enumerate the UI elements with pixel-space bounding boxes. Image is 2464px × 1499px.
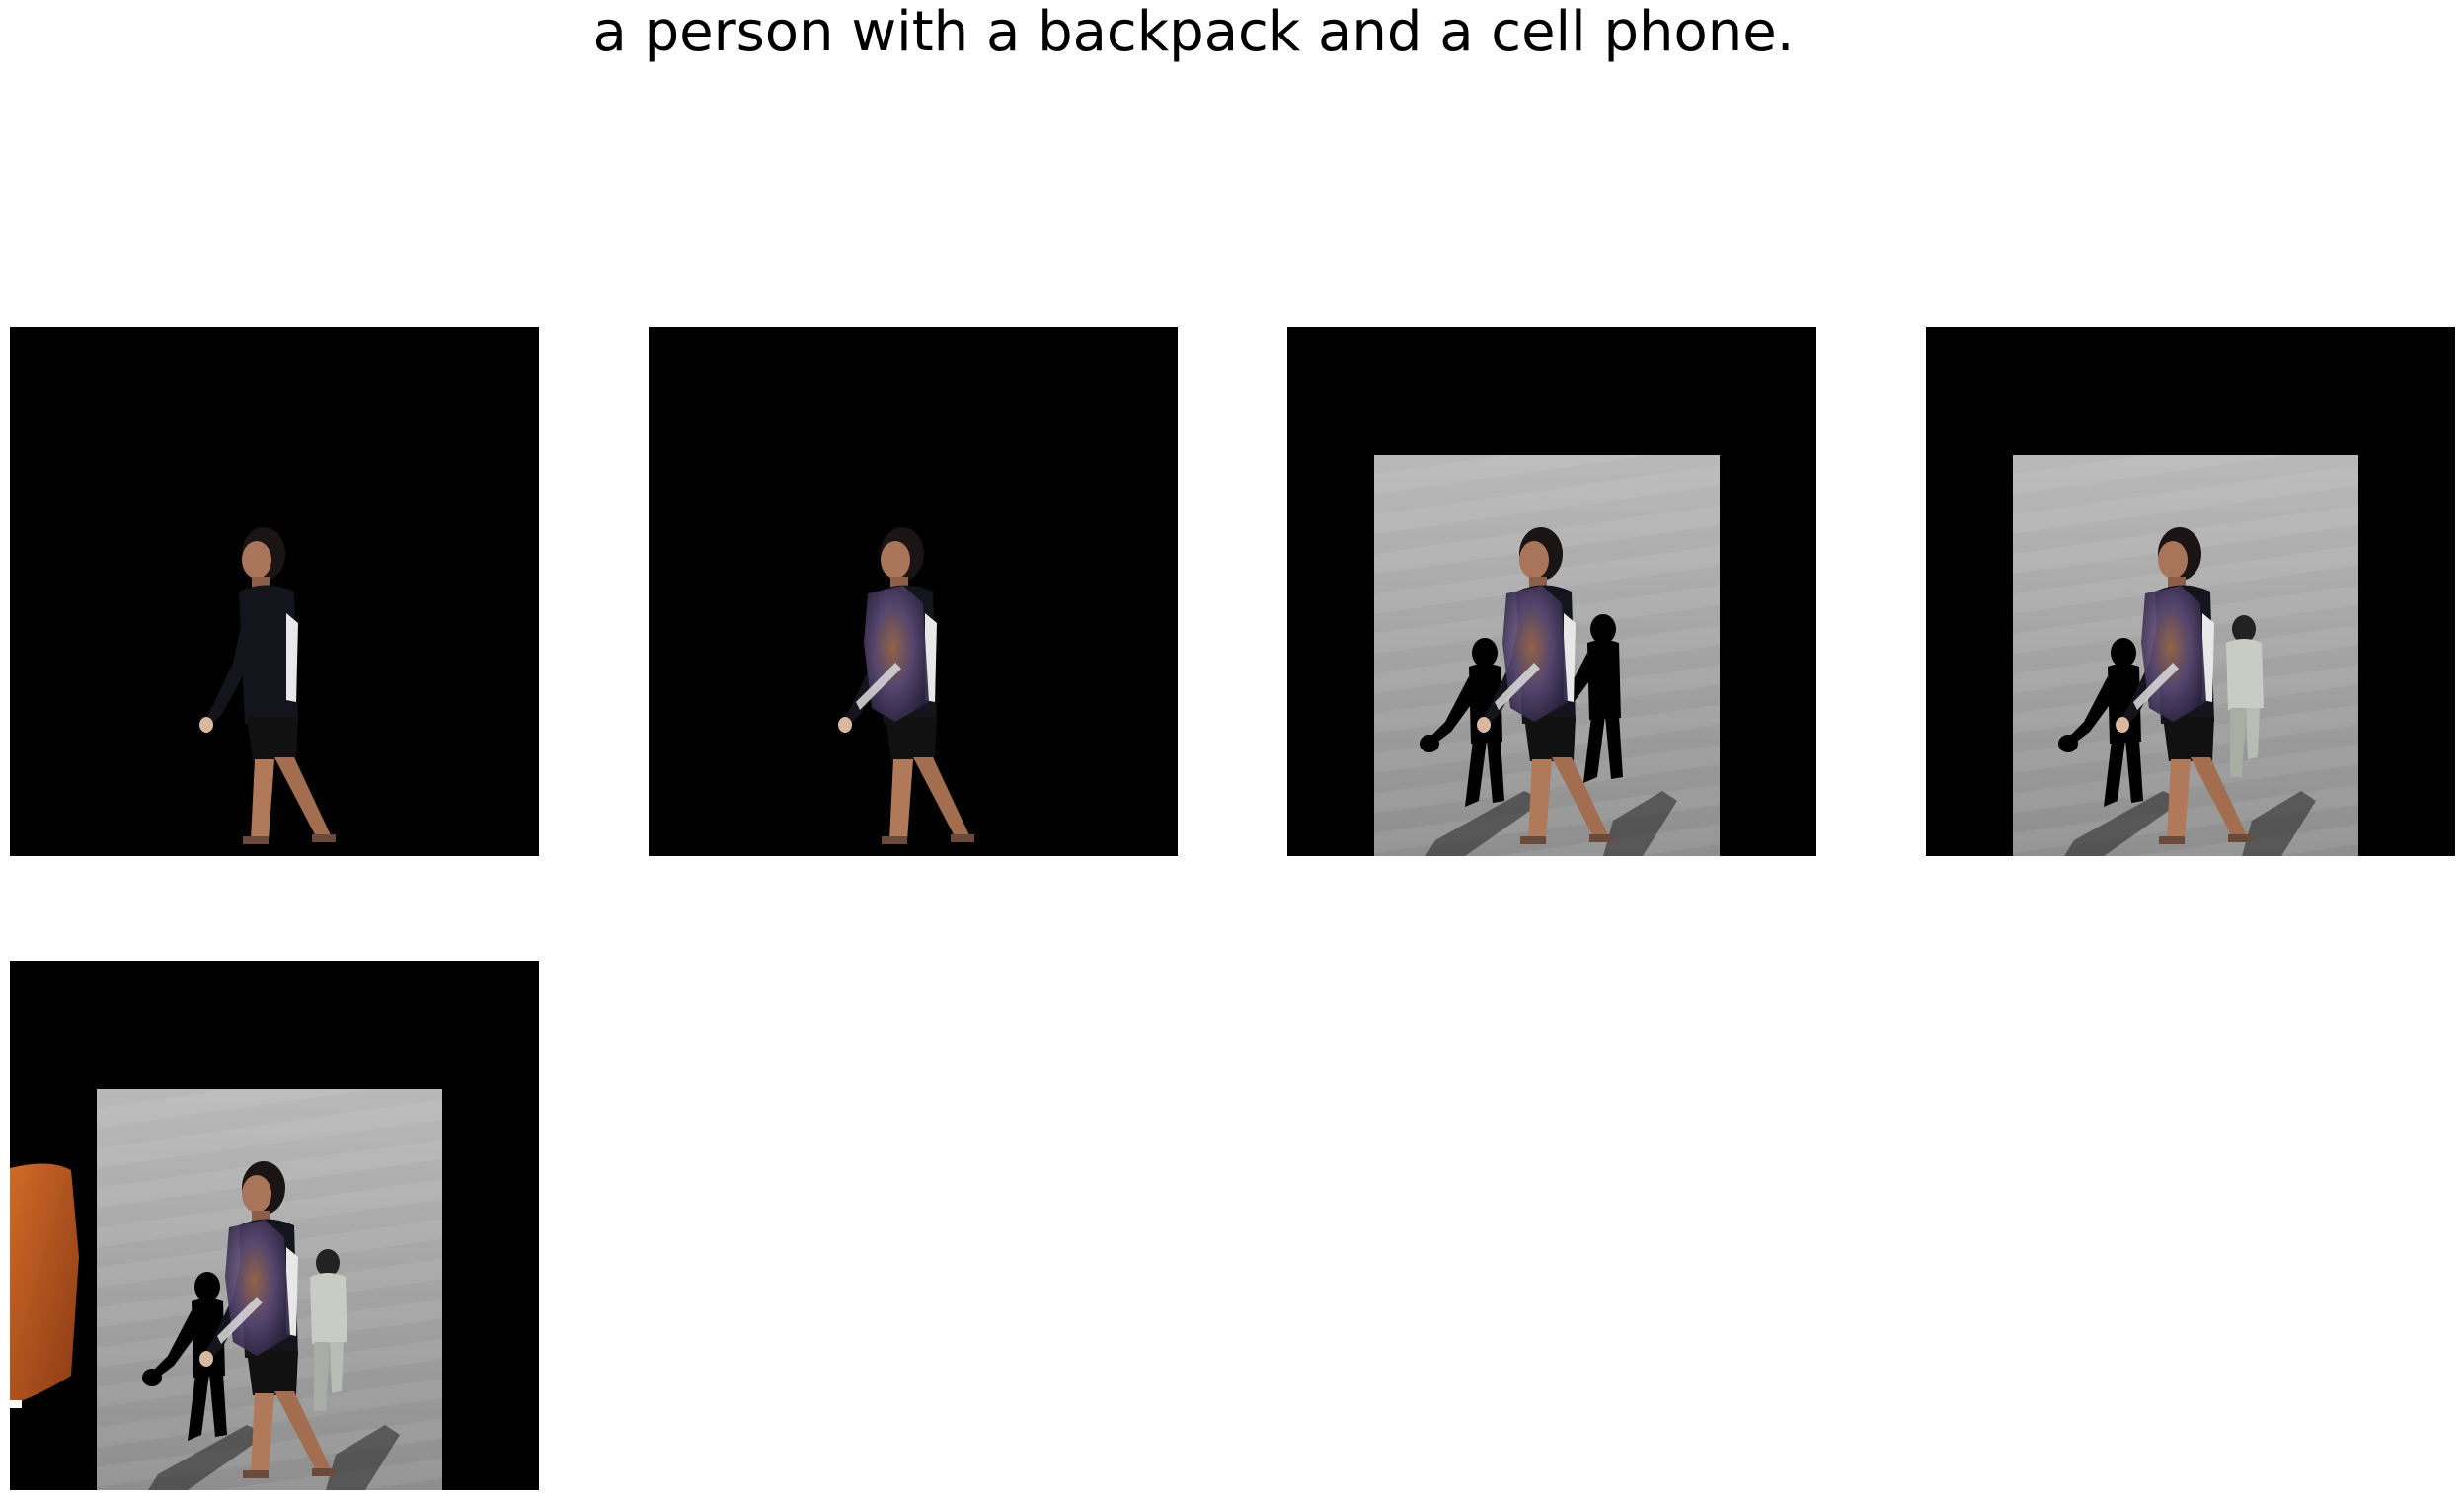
panel-4-image (1926, 327, 2455, 856)
panel-1-image (10, 327, 539, 856)
panel-5-image (10, 961, 539, 1490)
figure-title: a person with a backpack and a cell phon… (592, 0, 1795, 64)
panel-2-image (649, 327, 1178, 856)
panel-2-person-backpack-image (649, 327, 1178, 856)
panel-5-scene-image (10, 961, 539, 1490)
panel-4-scene-image (1926, 327, 2455, 856)
panel-3-scene-image (1287, 327, 1816, 856)
panel-3-image (1287, 327, 1816, 856)
panel-1-person-image (10, 327, 539, 856)
